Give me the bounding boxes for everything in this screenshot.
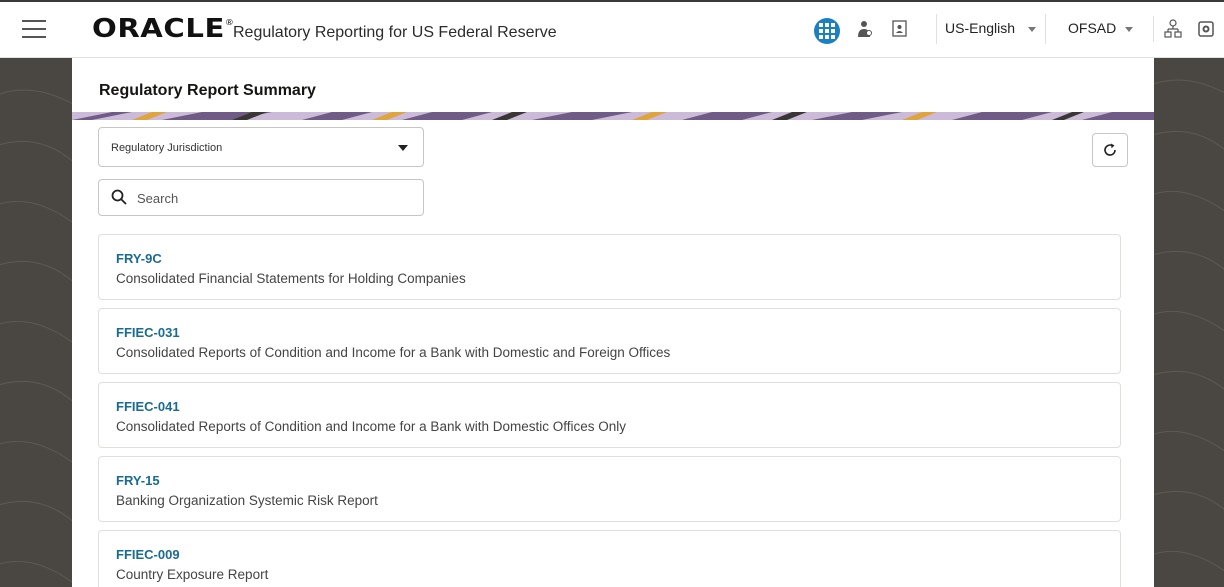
report-card-fry-9c[interactable]: FRY-9C Consolidated Financial Statements… [98,234,1121,300]
contact-card-icon[interactable] [892,20,908,43]
chevron-down-icon [1028,27,1036,32]
language-value: US-English [945,20,1016,36]
user-icon[interactable] [857,20,873,43]
top-header: ORACLE® Regulatory Reporting for US Fede… [0,0,1224,58]
report-description: Banking Organization Systemic Risk Repor… [116,493,378,508]
report-code[interactable]: FFIEC-031 [116,325,180,340]
decorative-band [72,112,1154,120]
user-name: OFSAD [1068,20,1117,36]
search-box [98,179,424,216]
report-description: Consolidated Reports of Condition and In… [116,345,671,360]
app-title: Regulatory Reporting for US Federal Rese… [233,24,557,41]
report-code[interactable]: FRY-9C [116,251,162,266]
report-code[interactable]: FFIEC-009 [116,547,180,562]
regulatory-jurisdiction-select[interactable]: Regulatory Jurisdiction [98,127,424,167]
apps-grid-icon[interactable] [814,18,840,44]
report-description: Country Exposure Report [116,567,269,582]
report-card-ffiec-009[interactable]: FFIEC-009 Country Exposure Report [98,530,1121,587]
oracle-logo: ORACLE® [92,14,235,44]
search-input[interactable] [137,189,407,207]
left-decorative-panel [0,58,72,587]
user-menu[interactable]: OFSAD [1058,14,1148,44]
right-decorative-panel [1154,58,1224,587]
report-code[interactable]: FRY-15 [116,473,160,488]
hierarchy-icon[interactable] [1164,19,1182,44]
refresh-icon [1104,143,1116,156]
report-list: FRY-9C Consolidated Financial Statements… [98,234,1121,587]
jurisdiction-placeholder: Regulatory Jurisdiction [111,142,223,154]
caret-down-icon [398,145,408,151]
report-description: Consolidated Financial Statements for Ho… [116,271,466,286]
chevron-down-icon [1125,27,1133,32]
search-icon [111,189,127,210]
refresh-button[interactable] [1092,133,1128,167]
header-divider [1153,16,1154,42]
report-card-ffiec-041[interactable]: FFIEC-041 Consolidated Reports of Condit… [98,382,1121,448]
page-title: Regulatory Report Summary [99,82,316,99]
language-select[interactable]: US-English [936,14,1046,44]
main-content: Regulatory Report Summary Regulatory Jur… [72,58,1154,587]
report-code[interactable]: FFIEC-041 [116,399,180,414]
report-description: Consolidated Reports of Condition and In… [116,419,627,434]
hamburger-menu-icon[interactable] [22,20,46,40]
report-card-ffiec-031[interactable]: FFIEC-031 Consolidated Reports of Condit… [98,308,1121,374]
camera-icon[interactable] [1198,20,1214,43]
report-card-fry-15[interactable]: FRY-15 Banking Organization Systemic Ris… [98,456,1121,522]
